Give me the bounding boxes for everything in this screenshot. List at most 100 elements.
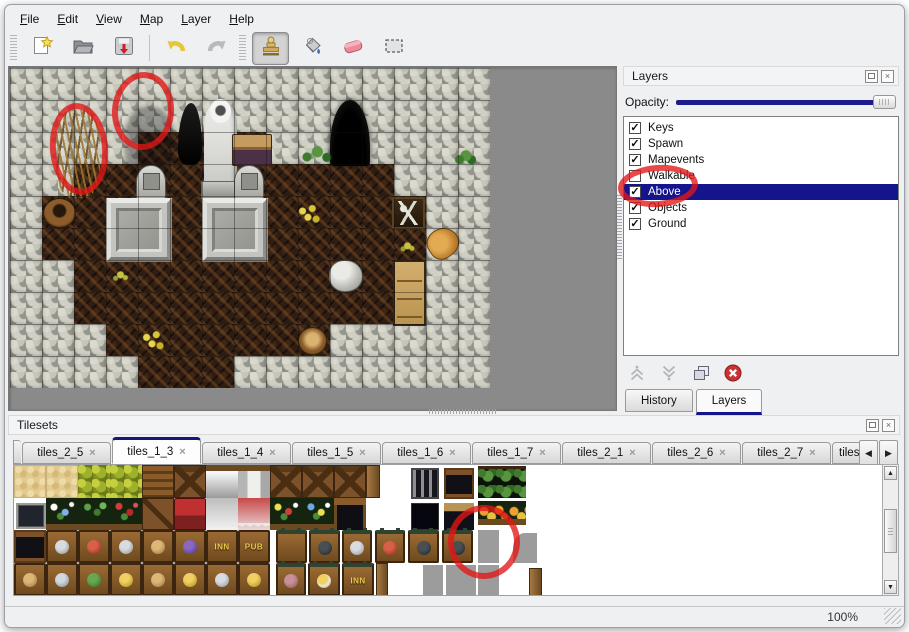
map-tile[interactable] bbox=[170, 260, 202, 292]
toolbar-grip[interactable] bbox=[239, 35, 246, 61]
map-tile[interactable] bbox=[362, 164, 394, 196]
map-tile[interactable] bbox=[330, 196, 362, 228]
tile-wood-beam[interactable] bbox=[142, 498, 174, 530]
tile-sign-hammer[interactable] bbox=[206, 563, 238, 596]
layer-checkbox[interactable]: ✓ bbox=[629, 122, 641, 134]
map-tile[interactable] bbox=[234, 324, 266, 356]
tile-wood-post[interactable] bbox=[529, 568, 542, 596]
tileset-tab-tiles_1_6[interactable]: tiles_1_6× bbox=[382, 442, 471, 464]
layer-checkbox[interactable]: ✓ bbox=[629, 186, 641, 198]
layer-row-objects[interactable]: ✓Objects bbox=[624, 200, 898, 216]
layer-row-keys[interactable]: ✓Keys bbox=[624, 120, 898, 136]
tab-history[interactable]: History bbox=[625, 389, 693, 412]
map-tile[interactable] bbox=[106, 356, 138, 388]
layer-checkbox[interactable] bbox=[629, 170, 641, 182]
map-tile[interactable] bbox=[170, 68, 202, 100]
scrollbar-thumb[interactable] bbox=[884, 509, 897, 553]
map-tile[interactable] bbox=[426, 324, 458, 356]
map-tile[interactable] bbox=[362, 356, 394, 388]
tileset-tab-tiles_1_5[interactable]: tiles_1_5× bbox=[292, 442, 381, 464]
undo-tool-button[interactable] bbox=[157, 32, 194, 65]
tile-wood-fence[interactable] bbox=[174, 465, 206, 498]
map-tile[interactable] bbox=[266, 196, 298, 228]
map-tile[interactable] bbox=[10, 260, 42, 292]
close-panel-icon[interactable]: × bbox=[881, 70, 894, 83]
map-tile[interactable] bbox=[458, 228, 490, 260]
close-tab-icon[interactable]: × bbox=[179, 446, 185, 458]
tile-sign-teapot[interactable] bbox=[174, 530, 206, 563]
select-tool-button[interactable] bbox=[375, 32, 412, 65]
redo-tool-button[interactable] bbox=[198, 32, 235, 65]
map-tile[interactable] bbox=[330, 228, 362, 260]
map-tile[interactable] bbox=[458, 324, 490, 356]
layer-checkbox[interactable]: ✓ bbox=[629, 202, 641, 214]
menu-map[interactable]: Map bbox=[131, 9, 172, 29]
tileset-tab-tiles_1_4[interactable]: tiles_1_4× bbox=[202, 442, 291, 464]
duplicate-layer-button[interactable] bbox=[691, 363, 711, 383]
tile-flowerbox-mixed[interactable] bbox=[270, 498, 302, 530]
tile-shadow-tile[interactable] bbox=[478, 530, 499, 563]
close-tab-icon[interactable]: × bbox=[719, 447, 725, 459]
tile-sand[interactable] bbox=[46, 465, 78, 498]
map-tile[interactable] bbox=[138, 68, 170, 100]
tile-sign-shield[interactable] bbox=[78, 530, 110, 563]
tile-shadow-tile-rounded[interactable] bbox=[513, 533, 537, 563]
map-tile[interactable] bbox=[362, 292, 394, 324]
map-tile[interactable] bbox=[10, 292, 42, 324]
new-tool-button[interactable] bbox=[23, 32, 60, 65]
tile-flowerbox-green[interactable] bbox=[78, 498, 110, 530]
tileset-tab-tiles_2_1[interactable]: tiles_2_1× bbox=[562, 442, 651, 464]
tile-shadow-tile[interactable] bbox=[423, 565, 443, 596]
tile-hanging-sign-horse[interactable] bbox=[408, 530, 439, 563]
map-tile[interactable] bbox=[10, 228, 42, 260]
map-tile[interactable] bbox=[458, 100, 490, 132]
menu-layer[interactable]: Layer bbox=[172, 9, 220, 29]
tile-hanging-sign-sword[interactable] bbox=[342, 530, 372, 563]
close-tab-icon[interactable]: × bbox=[89, 447, 95, 459]
close-tab-icon[interactable]: × bbox=[269, 447, 275, 459]
map-tile[interactable] bbox=[106, 292, 138, 324]
layer-checkbox[interactable]: ✓ bbox=[629, 218, 641, 230]
map-tile[interactable] bbox=[362, 68, 394, 100]
map-tile[interactable] bbox=[426, 164, 458, 196]
float-panel-icon[interactable] bbox=[865, 70, 878, 83]
map-tile[interactable] bbox=[106, 68, 138, 100]
tile-sign-sword[interactable] bbox=[46, 530, 78, 563]
float-panel-icon[interactable] bbox=[866, 419, 879, 432]
map-tile[interactable] bbox=[266, 260, 298, 292]
tile-sign-staff[interactable] bbox=[78, 563, 110, 596]
tileset-tab-tiles_1_7[interactable]: tiles_1_7× bbox=[472, 442, 561, 464]
tile-flowerbox-white[interactable] bbox=[46, 498, 78, 530]
map-tile[interactable] bbox=[394, 164, 426, 196]
tile-sign-pentagram[interactable] bbox=[46, 563, 78, 596]
map-tile[interactable] bbox=[266, 164, 298, 196]
menu-edit[interactable]: Edit bbox=[48, 9, 87, 29]
map-tile[interactable] bbox=[234, 260, 266, 292]
tile-sand[interactable] bbox=[14, 465, 46, 498]
map-tile[interactable] bbox=[170, 196, 202, 228]
layer-checkbox[interactable]: ✓ bbox=[629, 154, 641, 166]
map-canvas[interactable] bbox=[10, 68, 490, 388]
tile-bush[interactable] bbox=[78, 465, 110, 498]
map-tile[interactable] bbox=[10, 164, 42, 196]
scroll-tabs-right-button[interactable]: ▶ bbox=[879, 440, 898, 466]
map-tile[interactable] bbox=[298, 356, 330, 388]
map-tile[interactable] bbox=[202, 68, 234, 100]
map-tile[interactable] bbox=[170, 324, 202, 356]
tile-hanging-sign-shield[interactable] bbox=[375, 530, 405, 563]
map-tile[interactable] bbox=[330, 164, 362, 196]
tile-white-post[interactable] bbox=[238, 465, 270, 498]
map-tile[interactable] bbox=[426, 356, 458, 388]
map-tile[interactable] bbox=[74, 292, 106, 324]
map-tile[interactable] bbox=[234, 356, 266, 388]
tile-wood-half[interactable] bbox=[366, 465, 380, 498]
tile-wood-fence[interactable] bbox=[334, 465, 366, 498]
map-viewport[interactable] bbox=[8, 66, 617, 411]
map-tile[interactable] bbox=[74, 68, 106, 100]
map-tile[interactable] bbox=[234, 68, 266, 100]
map-tile[interactable] bbox=[42, 260, 74, 292]
tile-hanging-sign-beer[interactable] bbox=[308, 563, 340, 596]
close-tab-icon[interactable]: × bbox=[449, 447, 455, 459]
tile-shuttered-window[interactable] bbox=[14, 530, 46, 563]
tile-flowerbox-red[interactable] bbox=[110, 498, 142, 530]
